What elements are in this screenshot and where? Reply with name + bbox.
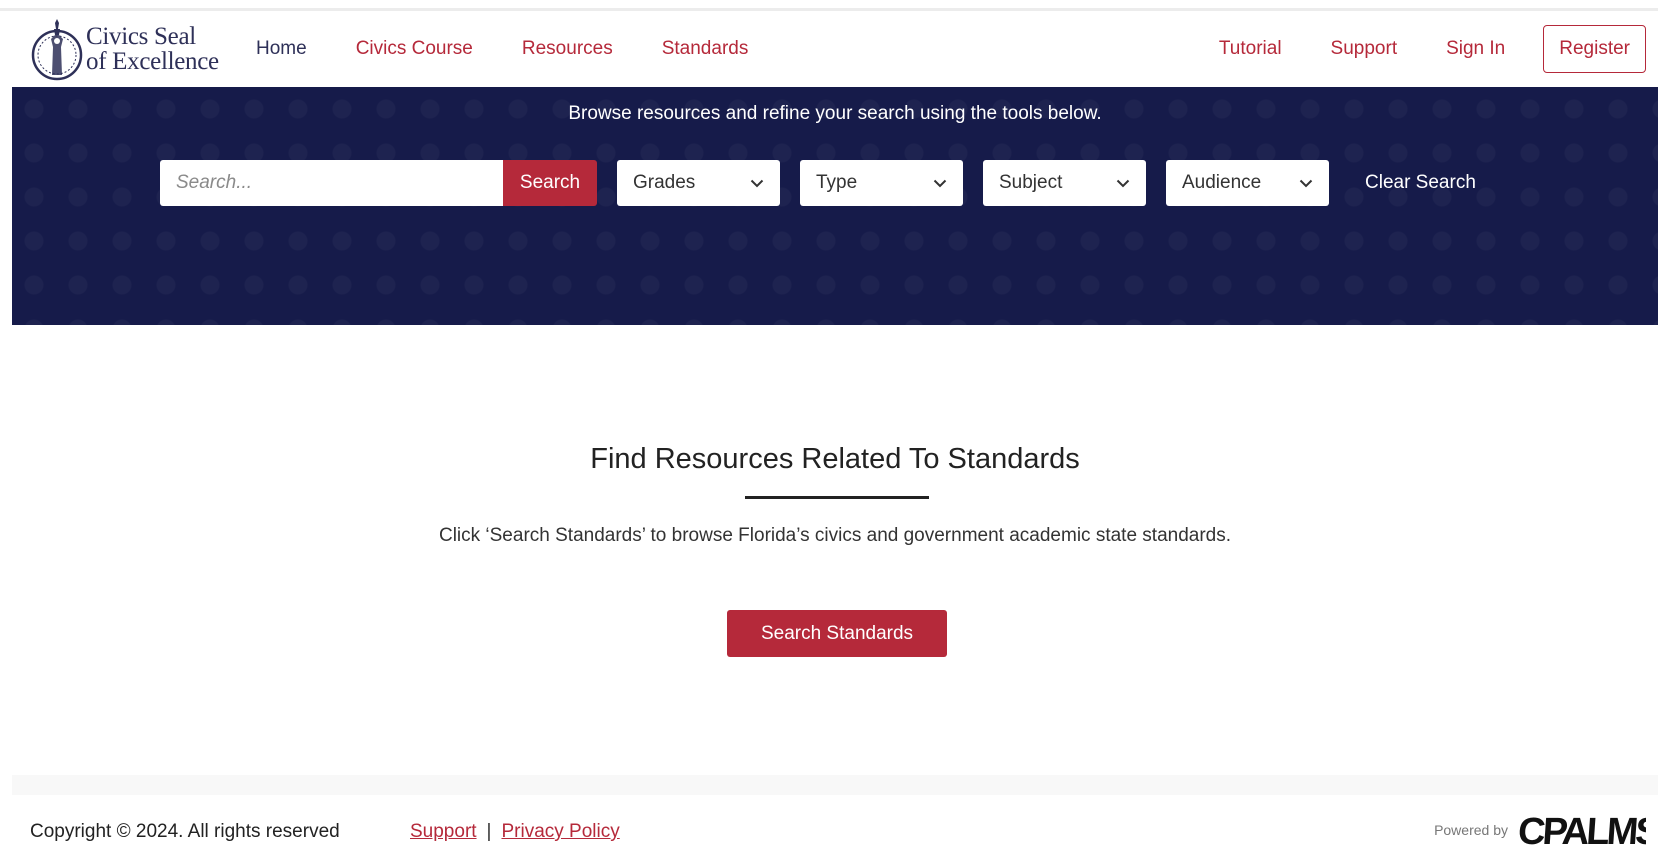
- hero-tagline: Browse resources and refine your search …: [568, 103, 1102, 124]
- cpalms-logo[interactable]: CPALMS: [1518, 805, 1646, 855]
- site-logo[interactable]: Civics Seal of Excellence: [30, 17, 240, 81]
- nav-tutorial[interactable]: Tutorial: [1219, 38, 1282, 60]
- grades-dropdown-label: Grades: [633, 172, 696, 193]
- account-nav: Tutorial Support Sign In Register: [1170, 11, 1646, 87]
- chevron-down-icon: [933, 176, 947, 190]
- nav-resources[interactable]: Resources: [522, 38, 613, 60]
- standards-section: Find Resources Related To Standards Clic…: [12, 325, 1658, 775]
- title-divider: [745, 496, 929, 499]
- clear-search-link[interactable]: Clear Search: [1365, 172, 1476, 194]
- search-standards-button[interactable]: Search Standards: [727, 610, 947, 657]
- logo-line-1: Civics Seal: [86, 23, 196, 50]
- copyright-text: Copyright © 2024. All rights reserved: [30, 821, 340, 842]
- subject-dropdown[interactable]: Subject: [983, 160, 1146, 206]
- nav-home[interactable]: Home: [256, 38, 307, 60]
- type-dropdown-label: Type: [816, 172, 858, 193]
- chevron-down-icon: [1116, 176, 1130, 190]
- logo-wordmark: Civics Seal of Excellence: [86, 24, 219, 74]
- primary-nav: Home Civics Course Resources Standards: [256, 11, 797, 87]
- footer-links: Support | Privacy Policy: [410, 821, 620, 843]
- liberty-seal-icon: [31, 19, 83, 81]
- nav-support[interactable]: Support: [1331, 38, 1398, 60]
- chevron-down-icon: [750, 176, 764, 190]
- search-hero: Browse resources and refine your search …: [12, 87, 1658, 325]
- subject-dropdown-label: Subject: [999, 172, 1063, 193]
- logo-line-2: of Excellence: [86, 48, 219, 75]
- footer-privacy-link[interactable]: Privacy Policy: [501, 821, 619, 842]
- chevron-down-icon: [1299, 176, 1313, 190]
- footer-separator: |: [486, 821, 492, 842]
- page-title: Find Resources Related To Standards: [590, 443, 1080, 475]
- search-button[interactable]: Search: [503, 160, 597, 206]
- type-dropdown[interactable]: Type: [800, 160, 963, 206]
- register-button[interactable]: Register: [1543, 25, 1646, 73]
- site-header: Civics Seal of Excellence Home Civics Co…: [12, 11, 1658, 87]
- footer-divider-band: [12, 775, 1658, 795]
- audience-dropdown[interactable]: Audience: [1166, 160, 1329, 206]
- svg-text:CPALMS: CPALMS: [1518, 811, 1646, 853]
- grades-dropdown[interactable]: Grades: [617, 160, 780, 206]
- powered-by-text: Powered by: [1434, 822, 1508, 838]
- powered-by: Powered by CPALMS: [1434, 805, 1646, 855]
- search-input[interactable]: [160, 160, 503, 206]
- search-toolbar: Search Grades Type Subject Audience Cl: [160, 160, 1476, 206]
- audience-dropdown-label: Audience: [1182, 172, 1262, 193]
- nav-standards[interactable]: Standards: [662, 38, 749, 60]
- site-footer: Copyright © 2024. All rights reserved Su…: [12, 795, 1658, 864]
- nav-civics-course[interactable]: Civics Course: [356, 38, 473, 60]
- footer-support-link[interactable]: Support: [410, 821, 477, 842]
- nav-sign-in[interactable]: Sign In: [1446, 38, 1505, 60]
- section-description: Click ‘Search Standards’ to browse Flori…: [438, 525, 1232, 546]
